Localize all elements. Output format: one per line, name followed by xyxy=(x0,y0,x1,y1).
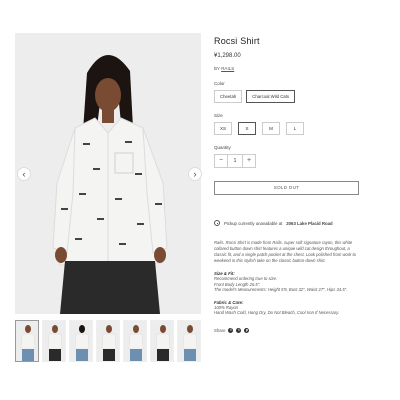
fabric-care-line: Hand Wash Cold, Hang Dry, Do Not Bleach,… xyxy=(214,310,340,315)
pinterest-icon[interactable]: p xyxy=(244,327,250,333)
main-product-image xyxy=(15,33,201,314)
thumbnail-7[interactable] xyxy=(177,320,201,362)
pickup-text: Pickup currently unavailable at xyxy=(224,220,283,226)
gallery-prev-button[interactable]: ‹ xyxy=(17,167,31,181)
size-option-m[interactable]: M xyxy=(262,122,280,135)
facebook-icon[interactable]: f xyxy=(228,327,234,333)
model-photo xyxy=(15,33,201,314)
size-option-xs[interactable]: XS xyxy=(214,122,232,135)
quantity-value[interactable]: 1 xyxy=(228,154,242,168)
thumbnail-1[interactable] xyxy=(15,320,39,362)
twitter-icon[interactable]: t xyxy=(236,327,242,333)
product-description: Rails. Rocsi Shirt is made from Rails. s… xyxy=(214,240,356,263)
share-label: Share xyxy=(214,327,226,333)
color-label: Color xyxy=(214,81,225,86)
thumbnail-6[interactable] xyxy=(150,320,174,362)
thumbnail-5[interactable] xyxy=(123,320,147,362)
size-fit-line: The model's Measurements: Height 5'9, Bu… xyxy=(214,287,348,292)
location-pin-icon xyxy=(214,220,220,226)
product-info: Rocsi Shirt ¥1,298.00 BY RAILS Color Che… xyxy=(214,36,364,333)
share-bar: Share f t p xyxy=(214,327,364,333)
pickup-availability: Pickup currently unavailable at 2063 Lak… xyxy=(214,220,364,226)
product-byline: BY RAILS xyxy=(214,66,364,71)
thumbnail-strip xyxy=(15,320,201,362)
size-option-l[interactable]: L xyxy=(286,122,304,135)
color-option-charcoal-wild-cats[interactable]: Charcoal Wild Cats xyxy=(246,90,296,103)
size-option-s[interactable]: S xyxy=(238,122,256,135)
size-options: XS S M L xyxy=(214,122,364,135)
sold-out-button[interactable]: SOLD OUT xyxy=(214,181,359,195)
thumbnail-3[interactable] xyxy=(69,320,93,362)
quantity-decrement-button[interactable]: − xyxy=(214,154,228,168)
gallery-next-button[interactable]: › xyxy=(188,167,202,181)
product-price: ¥1,298.00 xyxy=(214,53,241,59)
thumbnail-4[interactable] xyxy=(96,320,120,362)
product-title: Rocsi Shirt xyxy=(214,36,260,46)
quantity-increment-button[interactable]: + xyxy=(242,154,256,168)
pickup-location: 2063 Lake Placid Road xyxy=(286,220,333,226)
quantity-label: Quantity xyxy=(214,145,231,150)
color-option-cheetah[interactable]: Cheetah xyxy=(214,90,243,103)
thumbnail-2[interactable] xyxy=(42,320,66,362)
brand-link[interactable]: RAILS xyxy=(221,66,234,71)
by-label: BY xyxy=(214,66,220,71)
quantity-stepper: − 1 + xyxy=(214,154,364,168)
size-label: Size xyxy=(214,113,223,118)
color-options: Cheetah Charcoal Wild Cats xyxy=(214,90,364,103)
